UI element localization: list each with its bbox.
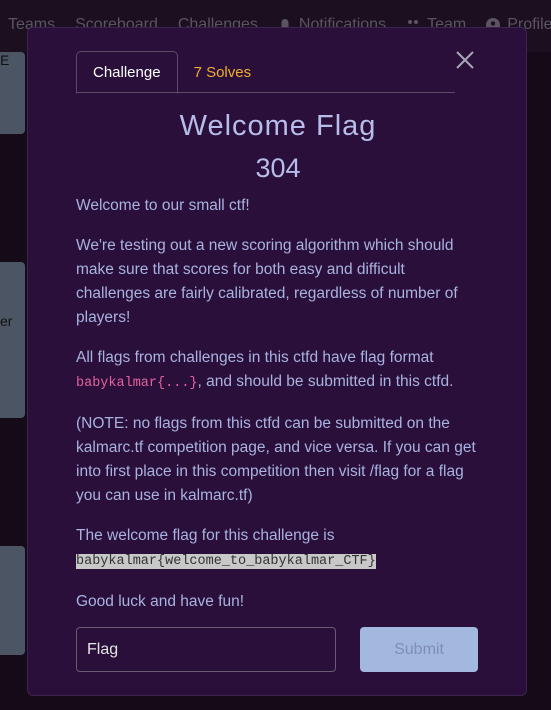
description-paragraph: Welcome to our small ctf! — [76, 197, 250, 214]
modal-tabs: Challenge 7 Solves — [76, 51, 455, 94]
flag-input[interactable] — [76, 627, 336, 672]
description-text: , and should be submitted in this ctfd. — [197, 373, 454, 390]
submit-button[interactable]: Submit — [360, 627, 478, 672]
close-icon[interactable] — [454, 49, 476, 71]
challenge-modal: Challenge 7 Solves Welcome Flag 304 Welc… — [27, 27, 527, 696]
tab-challenge[interactable]: Challenge — [76, 51, 178, 94]
challenge-card-label: er — [0, 313, 13, 329]
challenge-card[interactable] — [0, 262, 25, 418]
challenge-title: Welcome Flag — [179, 110, 377, 142]
challenge-card-label: E — [0, 52, 10, 68]
challenge-value: 304 — [255, 153, 301, 183]
description-paragraph: All flags from challenges in this ctfd h… — [76, 346, 476, 396]
welcome-flag-selected[interactable]: babykalmar{welcome_to_babykalmar_CTF} — [76, 554, 376, 569]
description-paragraph: The welcome flag for this challenge is ba… — [76, 524, 476, 574]
description-text: All flags from challenges in this ctfd h… — [76, 349, 434, 366]
description-paragraph: Good luck and have fun! — [76, 593, 245, 610]
description-paragraph: (NOTE: no flags from this ctfd can be su… — [76, 415, 476, 504]
challenge-description: Welcome to our small ctf! We're testing … — [76, 194, 476, 630]
flag-format-code: babykalmar{...} — [76, 376, 198, 391]
tab-solves[interactable]: 7 Solves — [178, 51, 268, 93]
challenge-card[interactable] — [0, 546, 25, 655]
description-paragraph: We're testing out a new scoring algorith… — [76, 237, 458, 326]
description-text: The welcome flag for this challenge is — [76, 527, 335, 544]
